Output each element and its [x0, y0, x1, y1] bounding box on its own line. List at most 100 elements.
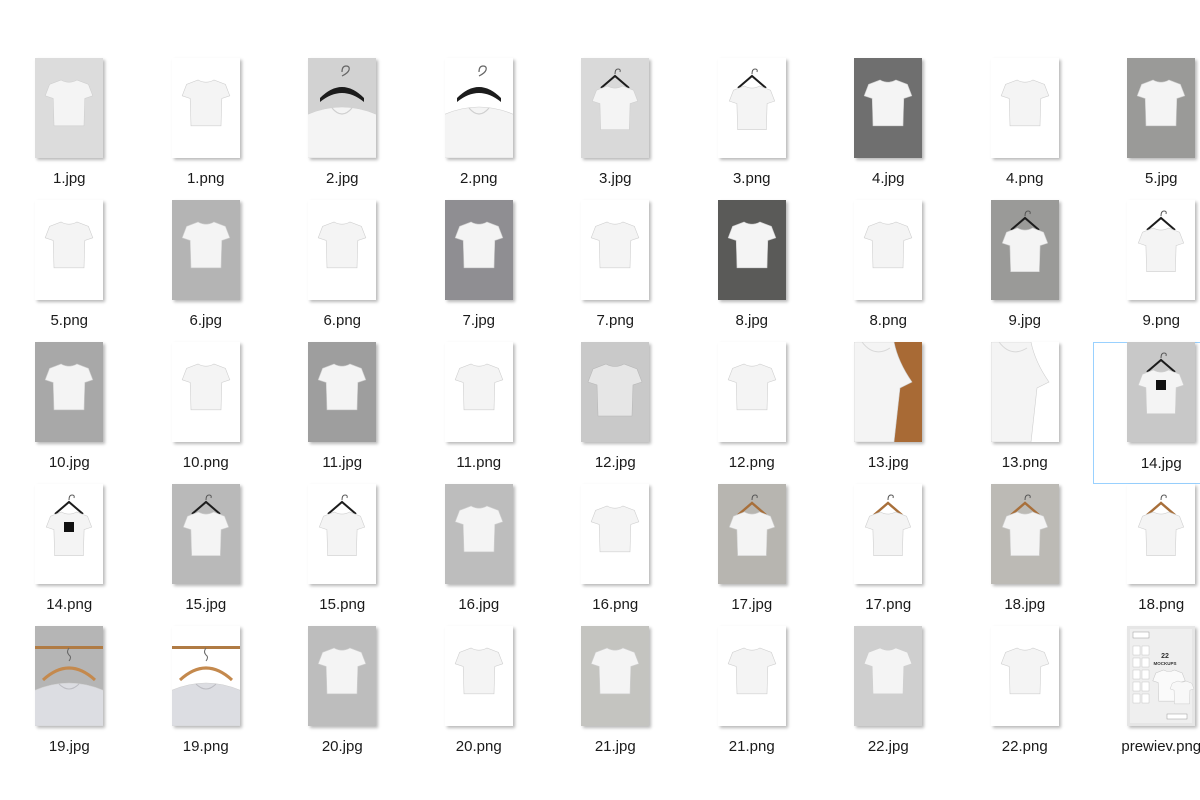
file-thumbnail[interactable] [581, 200, 650, 300]
file-thumbnail[interactable] [171, 484, 240, 584]
svg-text:MOCKUPS: MOCKUPS [1154, 661, 1177, 666]
file-item[interactable]: 2.png [411, 58, 548, 200]
file-item[interactable]: 19.jpg [1, 626, 138, 768]
file-item[interactable]: 4.jpg [820, 58, 957, 200]
file-thumbnail[interactable] [171, 200, 240, 300]
file-item[interactable]: 5.jpg [1093, 58, 1200, 200]
file-item[interactable]: 20.png [411, 626, 548, 768]
file-thumbnail[interactable]: 22 MOCKUPS [1127, 626, 1196, 726]
file-thumbnail[interactable] [717, 626, 786, 726]
file-thumbnail[interactable] [444, 484, 513, 584]
file-item[interactable]: 19.png [138, 626, 275, 768]
file-item[interactable]: 12.png [684, 342, 821, 484]
file-thumbnail[interactable] [1127, 342, 1196, 442]
file-thumbnail[interactable] [444, 200, 513, 300]
file-thumbnail[interactable] [35, 200, 104, 300]
file-item[interactable]: 14.jpg [1093, 342, 1200, 484]
file-thumbnail[interactable] [1127, 58, 1196, 158]
file-thumbnail[interactable] [444, 58, 513, 158]
file-thumbnail[interactable] [308, 200, 377, 300]
file-thumbnail[interactable] [990, 626, 1059, 726]
file-thumbnail[interactable] [308, 626, 377, 726]
file-thumbnail[interactable] [990, 342, 1059, 442]
tshirt-closeup-icon [990, 342, 1059, 442]
tshirt-hanger-closeup-icon [308, 58, 377, 158]
file-thumbnail[interactable] [581, 342, 650, 442]
file-thumbnail[interactable] [35, 626, 104, 726]
file-thumbnail[interactable] [171, 626, 240, 726]
file-item[interactable]: 9.jpg [957, 200, 1094, 342]
file-item[interactable]: 14.png [1, 484, 138, 626]
file-item[interactable]: 6.jpg [138, 200, 275, 342]
file-thumbnail[interactable] [717, 342, 786, 442]
file-item[interactable]: 21.png [684, 626, 821, 768]
file-item[interactable]: 22.png [957, 626, 1094, 768]
file-item[interactable]: 3.jpg [547, 58, 684, 200]
file-name: 20.jpg [321, 738, 363, 755]
file-item[interactable]: 1.png [138, 58, 275, 200]
file-item[interactable]: 11.jpg [274, 342, 411, 484]
tshirt-hanger-icon [990, 200, 1059, 300]
file-thumbnail[interactable] [1127, 484, 1196, 584]
file-item[interactable]: 7.png [547, 200, 684, 342]
file-thumbnail[interactable] [581, 58, 650, 158]
file-item[interactable]: 9.png [1093, 200, 1200, 342]
file-thumbnail[interactable] [854, 200, 923, 300]
file-name: 15.jpg [185, 596, 227, 613]
file-item[interactable]: 16.png [547, 484, 684, 626]
file-item[interactable]: 8.png [820, 200, 957, 342]
file-item[interactable]: 10.png [138, 342, 275, 484]
file-thumbnail[interactable] [171, 58, 240, 158]
tshirt-icon [35, 342, 104, 442]
file-item[interactable]: 17.png [820, 484, 957, 626]
file-item[interactable]: 22.jpg [820, 626, 957, 768]
file-thumbnail[interactable] [35, 342, 104, 442]
file-thumbnail[interactable] [308, 58, 377, 158]
file-thumbnail[interactable] [854, 626, 923, 726]
file-item[interactable]: 7.jpg [411, 200, 548, 342]
file-item[interactable]: 22 MOCKUPS prewiev.png [1093, 626, 1200, 768]
file-thumbnail[interactable] [35, 58, 104, 158]
file-grid: 1.jpg 1.png 2.jpg 2.png 3.jpg 3.png 4.jpg 4.png… [0, 58, 1200, 768]
file-item[interactable]: 18.jpg [957, 484, 1094, 626]
file-thumbnail[interactable] [854, 484, 923, 584]
file-item[interactable]: 17.jpg [684, 484, 821, 626]
file-thumbnail[interactable] [990, 200, 1059, 300]
file-thumbnail[interactable] [171, 342, 240, 442]
file-thumbnail[interactable] [308, 342, 377, 442]
file-thumbnail[interactable] [35, 484, 104, 584]
file-item[interactable]: 15.png [274, 484, 411, 626]
file-item[interactable]: 18.png [1093, 484, 1200, 626]
file-thumbnail[interactable] [581, 484, 650, 584]
file-item[interactable]: 21.jpg [547, 626, 684, 768]
file-item[interactable]: 5.png [1, 200, 138, 342]
file-item[interactable]: 4.png [957, 58, 1094, 200]
file-thumbnail[interactable] [990, 58, 1059, 158]
file-thumbnail[interactable] [717, 484, 786, 584]
file-item[interactable]: 12.jpg [547, 342, 684, 484]
file-item[interactable]: 3.png [684, 58, 821, 200]
file-thumbnail[interactable] [444, 342, 513, 442]
file-item[interactable]: 13.jpg [820, 342, 957, 484]
file-thumbnail[interactable] [990, 484, 1059, 584]
file-thumbnail[interactable] [1127, 200, 1196, 300]
file-item[interactable]: 13.png [957, 342, 1094, 484]
file-item[interactable]: 10.jpg [1, 342, 138, 484]
file-item[interactable]: 6.png [274, 200, 411, 342]
file-name: 2.jpg [325, 170, 359, 187]
file-thumbnail[interactable] [854, 342, 923, 442]
file-item[interactable]: 15.jpg [138, 484, 275, 626]
file-thumbnail[interactable] [717, 58, 786, 158]
file-item[interactable]: 1.jpg [1, 58, 138, 200]
file-thumbnail[interactable] [581, 626, 650, 726]
file-item[interactable]: 2.jpg [274, 58, 411, 200]
file-thumbnail[interactable] [854, 58, 923, 158]
file-item[interactable]: 11.png [411, 342, 548, 484]
file-item[interactable]: 16.jpg [411, 484, 548, 626]
file-thumbnail[interactable] [308, 484, 377, 584]
tshirt-label-icon [35, 484, 104, 584]
file-item[interactable]: 8.jpg [684, 200, 821, 342]
file-thumbnail[interactable] [444, 626, 513, 726]
file-item[interactable]: 20.jpg [274, 626, 411, 768]
file-thumbnail[interactable] [717, 200, 786, 300]
